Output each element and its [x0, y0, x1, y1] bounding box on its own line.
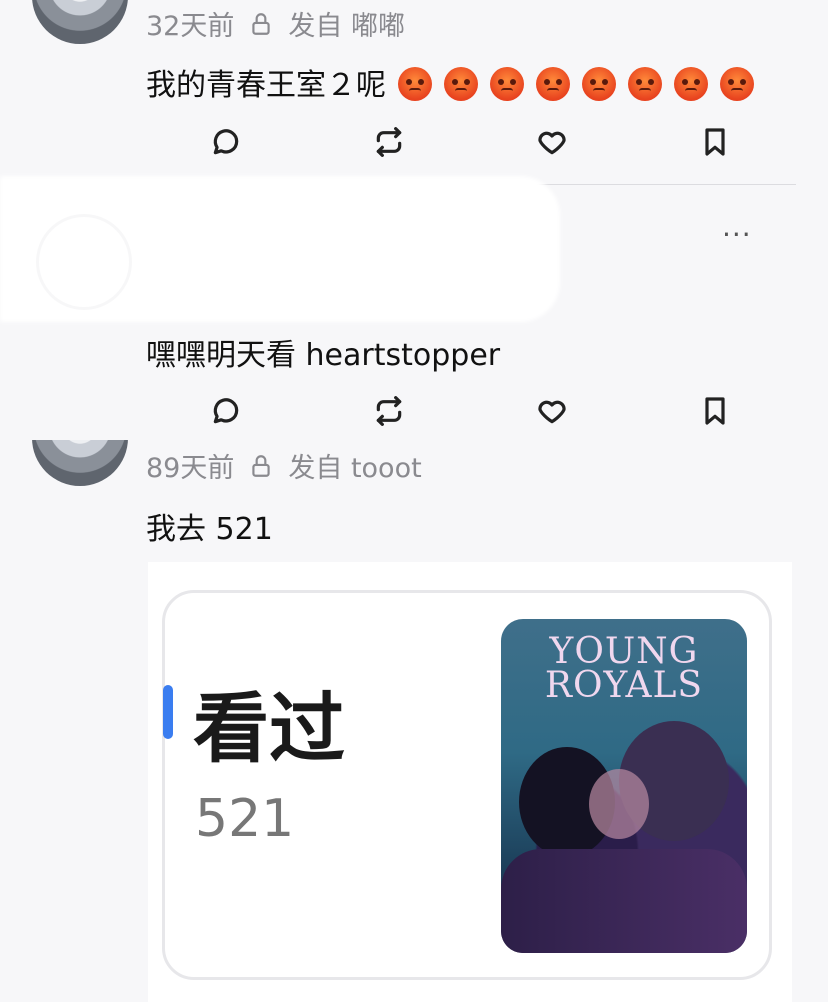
- avatar[interactable]: [32, 0, 128, 44]
- angry-face-icon: [582, 67, 616, 101]
- bookmark-icon: [705, 397, 725, 425]
- more-icon: ···: [722, 218, 752, 251]
- repeat-icon: [376, 127, 402, 157]
- post-time: 32天前: [146, 11, 235, 42]
- lock-icon: [252, 454, 271, 477]
- lock-icon: [252, 12, 271, 35]
- angry-face-icon: [398, 67, 432, 101]
- accent-bar: [163, 685, 173, 739]
- bookmark-button[interactable]: [697, 124, 733, 160]
- emoji-row: [386, 67, 754, 103]
- repost-button[interactable]: [371, 393, 407, 429]
- like-button[interactable]: [534, 393, 570, 429]
- watched-label: 看过: [193, 684, 345, 773]
- reply-button[interactable]: [208, 124, 244, 160]
- watched-card: 看过 521 YOUNG ROYALS: [162, 590, 772, 980]
- like-button[interactable]: [534, 124, 570, 160]
- post-text-content: 我的青春王室２呢: [146, 68, 386, 103]
- comment-icon: [213, 398, 239, 424]
- comment-icon: [213, 129, 239, 155]
- reply-button[interactable]: [208, 393, 244, 429]
- post-meta: 89天前 发自 tooot: [146, 446, 422, 485]
- post-text: 我的青春王室２呢: [146, 60, 754, 104]
- heart-icon: [538, 400, 566, 424]
- bookmark-button[interactable]: [697, 393, 733, 429]
- post-text: 我去 521: [146, 512, 273, 547]
- post-meta: 32天前 发自 嘟嘟: [146, 4, 405, 43]
- bookmark-icon: [705, 128, 725, 156]
- angry-face-icon: [628, 67, 662, 101]
- repeat-icon: [376, 396, 402, 426]
- poster-suits: [501, 849, 747, 953]
- poster-title-line1: YOUNG: [549, 631, 699, 672]
- angry-face-icon: [674, 67, 708, 101]
- avatar[interactable]: [36, 214, 132, 310]
- watched-count: 521: [195, 789, 295, 849]
- avatar-cutoff: [20, 380, 140, 440]
- more-button[interactable]: ···: [722, 218, 752, 251]
- post-time: 89天前: [146, 453, 235, 484]
- image-attachment[interactable]: 看过 521 YOUNG ROYALS: [148, 562, 792, 1002]
- heart-icon: [538, 131, 566, 155]
- poster-title-line2: ROYALS: [544, 665, 704, 706]
- angry-face-icon: [490, 67, 524, 101]
- repost-button[interactable]: [371, 124, 407, 160]
- angry-face-icon: [720, 67, 754, 101]
- poster-face: [589, 769, 649, 839]
- post-source: 发自 嘟嘟: [288, 11, 405, 42]
- post-source: 发自 tooot: [288, 453, 422, 484]
- angry-face-icon: [536, 67, 570, 101]
- angry-face-icon: [444, 67, 478, 101]
- poster-title: YOUNG ROYALS: [501, 631, 747, 706]
- post-text: 嘿嘿明天看 heartstopper: [146, 338, 501, 373]
- poster-image: YOUNG ROYALS: [501, 619, 747, 953]
